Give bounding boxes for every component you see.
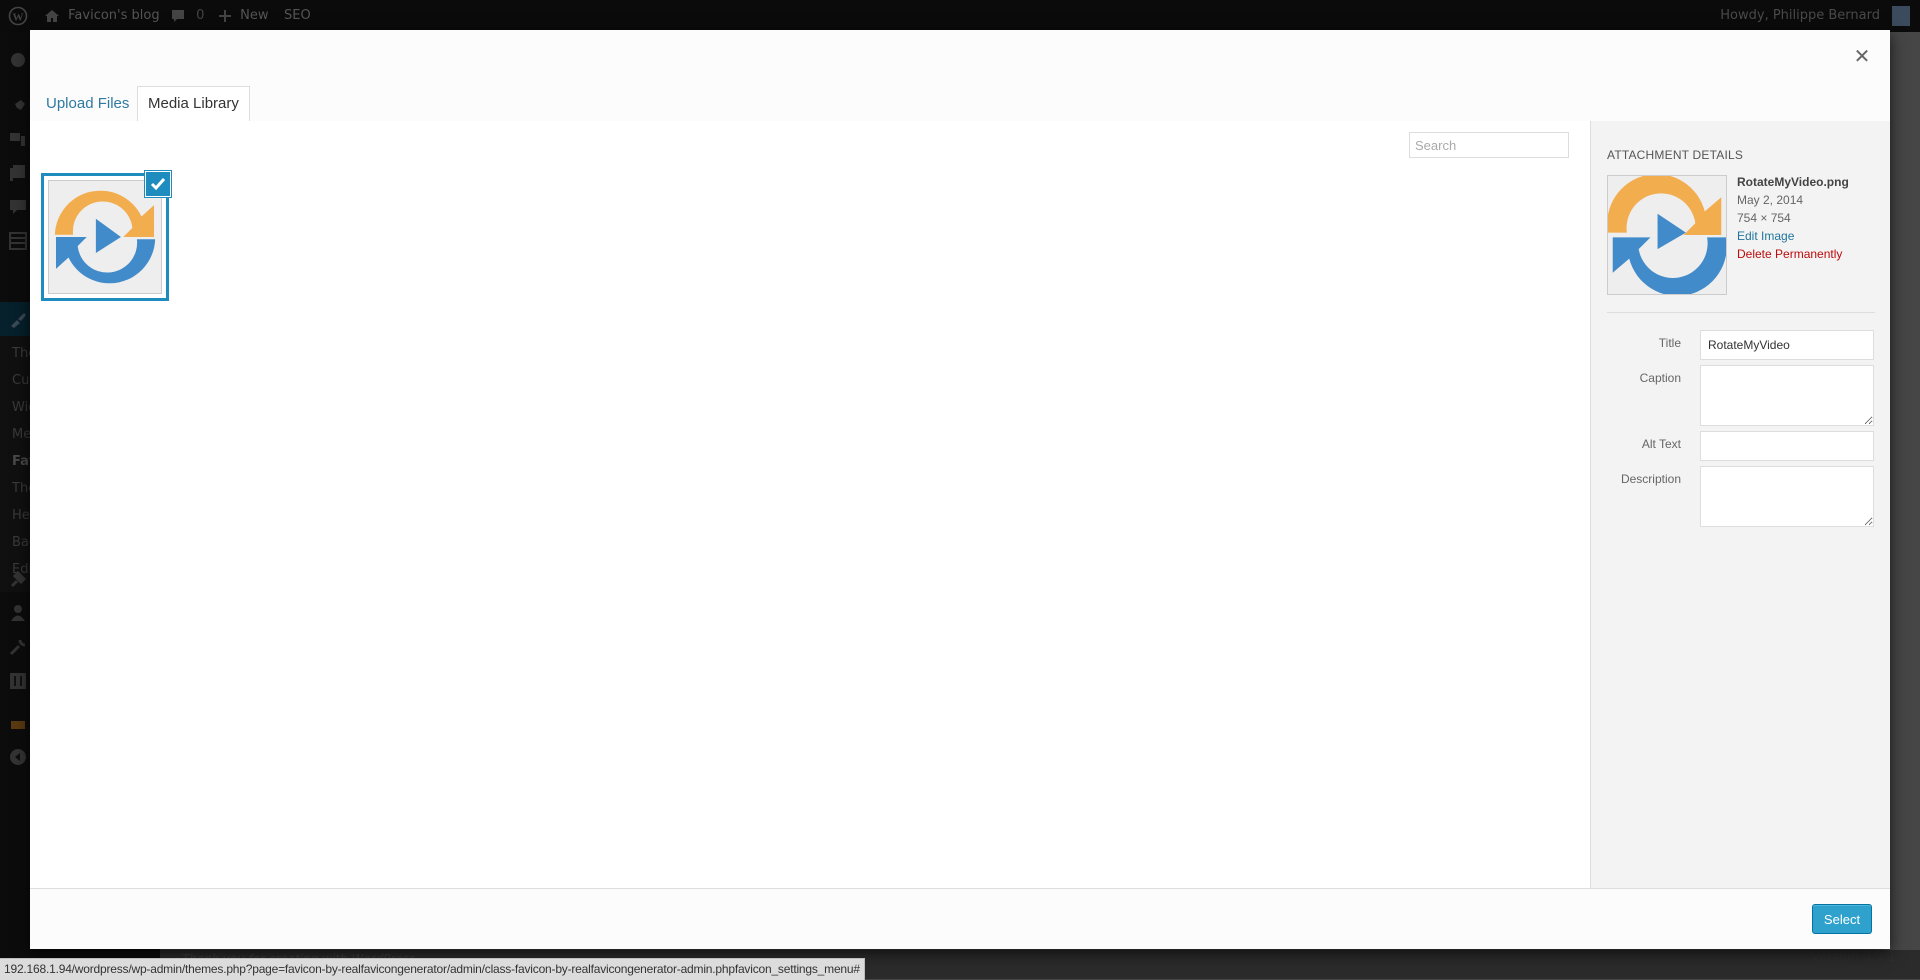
wordpress-logo-icon[interactable]: W (8, 0, 28, 32)
details-thumbnail (1607, 174, 1727, 296)
close-modal-button[interactable]: ✕ (1848, 42, 1876, 70)
howdy-user[interactable]: Howdy, Philippe Bernard (1720, 0, 1880, 32)
attachments-browser (30, 121, 1590, 888)
browser-status-url: 192.168.1.94/wordpress/wp-admin/themes.p… (0, 958, 865, 980)
media-router-tabs: Upload Files Media Library (30, 86, 1890, 122)
new-content-link[interactable]: New (218, 0, 269, 32)
details-divider (1607, 312, 1875, 313)
user-avatar[interactable] (1892, 6, 1910, 26)
svg-text:W: W (13, 11, 24, 23)
rotate-video-image (54, 190, 156, 284)
pages-icon[interactable] (9, 164, 27, 182)
admin-bar: W Favicon's blog 0 New SEO Howdy, Philip… (0, 0, 1920, 32)
comments-count: 0 (196, 8, 205, 23)
comment-icon (172, 9, 184, 22)
search-input[interactable] (1409, 132, 1569, 158)
site-home-link[interactable]: Favicon's blog (44, 0, 160, 32)
checkmark-icon (150, 178, 166, 191)
attachment-date: May 2, 2014 (1737, 193, 1804, 207)
delete-permanently-link[interactable]: Delete Permanently (1737, 245, 1849, 263)
tab-media-library[interactable]: Media Library (137, 86, 250, 122)
attachment-item[interactable] (41, 171, 171, 301)
plugin-custom-icon[interactable] (9, 716, 27, 734)
dashboard-icon[interactable] (9, 50, 27, 68)
caption-label: Caption (1639, 371, 1681, 385)
site-name: Favicon's blog (68, 8, 160, 23)
media-modal: ✕ Upload Files Media Library Attachment … (30, 30, 1890, 949)
list-icon[interactable] (9, 232, 27, 250)
title-field[interactable] (1700, 330, 1874, 360)
collapse-menu-icon[interactable] (9, 748, 27, 766)
attachment-thumbnail (48, 180, 162, 294)
posts-pin-icon[interactable] (9, 98, 27, 116)
users-icon[interactable] (9, 604, 27, 622)
select-button[interactable]: Select (1812, 904, 1872, 934)
plus-icon (219, 9, 231, 22)
settings-sliders-icon[interactable] (9, 672, 27, 690)
attachment-details-panel: Attachment Details RotateMyVideo.png May… (1590, 121, 1890, 888)
attachment-dimensions: 754 × 754 (1737, 211, 1791, 225)
new-label: New (240, 8, 269, 23)
rotate-video-image (1607, 174, 1727, 296)
media-toolbar: Select (30, 888, 1890, 949)
alt-text-field[interactable] (1700, 431, 1874, 461)
plugins-icon[interactable] (9, 570, 27, 588)
attachment-details-heading: Attachment Details (1607, 148, 1744, 162)
caption-field[interactable] (1700, 365, 1874, 426)
paintbrush-icon (9, 310, 27, 328)
tab-upload-files[interactable]: Upload Files (36, 87, 139, 121)
close-icon: ✕ (1853, 44, 1871, 68)
seo-menu[interactable]: SEO (284, 0, 311, 32)
media-icon[interactable] (9, 130, 27, 148)
attachment-filename: RotateMyVideo.png (1737, 175, 1849, 189)
attachment-info: RotateMyVideo.png May 2, 2014 754 × 754 … (1737, 173, 1849, 263)
tools-wrench-icon[interactable] (9, 638, 27, 656)
comments-icon[interactable] (9, 198, 27, 216)
home-icon (45, 9, 59, 22)
selected-check-button[interactable] (145, 171, 171, 197)
edit-image-link[interactable]: Edit Image (1737, 227, 1849, 245)
comments-link[interactable]: 0 (170, 0, 204, 32)
alt-text-label: Alt Text (1641, 437, 1681, 451)
footer-version: Version 3.9.1 (1810, 950, 1896, 965)
description-field[interactable] (1700, 466, 1874, 527)
description-label: Description (1620, 472, 1681, 486)
title-label: Title (1658, 336, 1681, 350)
